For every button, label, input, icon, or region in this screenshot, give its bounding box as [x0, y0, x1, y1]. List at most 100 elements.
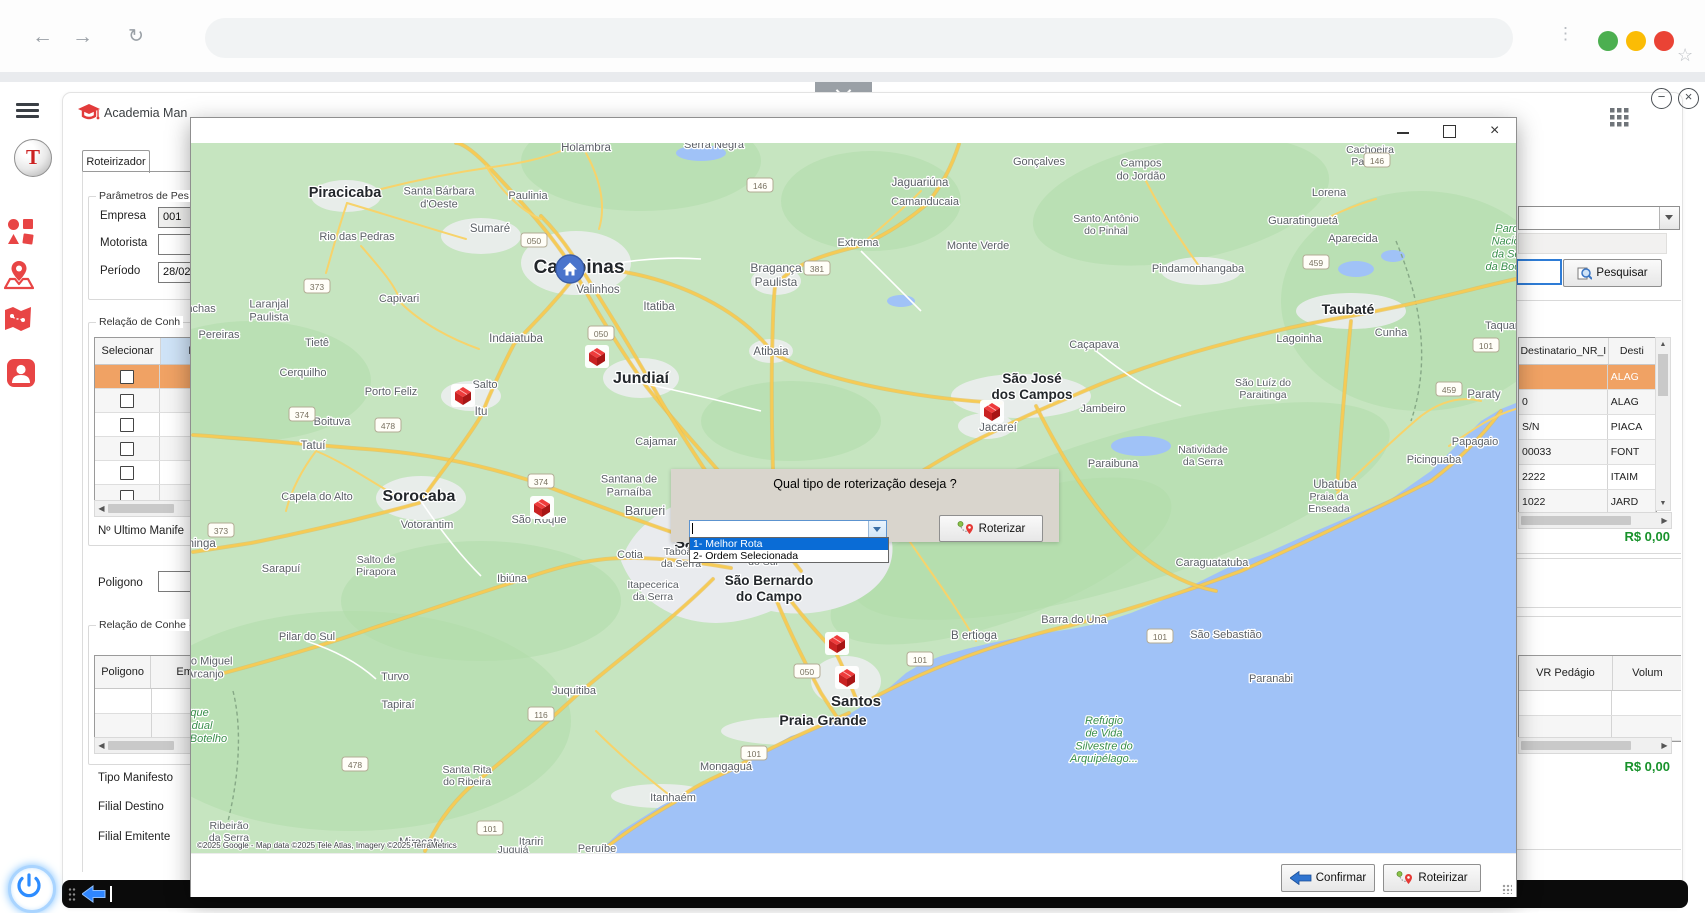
table-row[interactable]: S/NPIACA: [1519, 415, 1656, 440]
hamburger-menu-icon[interactable]: [16, 103, 39, 118]
column-header[interactable]: Poligono: [95, 656, 151, 688]
minimize-icon[interactable]: [1397, 132, 1409, 134]
table-row[interactable]: [95, 437, 190, 461]
map-pin-icon[interactable]: [4, 260, 34, 290]
row-checkbox[interactable]: [120, 442, 134, 456]
roteirizar-button[interactable]: Roteirizar: [1383, 864, 1481, 892]
map-label: Barueri: [625, 504, 665, 518]
column-header[interactable]: Destinatario_NR_I: [1519, 338, 1609, 364]
column-header[interactable]: Desti: [1609, 338, 1656, 364]
chevron-down-icon[interactable]: [1659, 207, 1679, 229]
search-input[interactable]: [1516, 259, 1562, 285]
row-checkbox[interactable]: [120, 466, 134, 480]
empresa-field[interactable]: 001: [158, 207, 190, 228]
dropdown-option[interactable]: 2- Ordem Selecionada: [690, 550, 888, 562]
column-header[interactable]: VR Pedágio: [1519, 656, 1613, 690]
svg-text:373: 373: [310, 282, 324, 292]
table-row[interactable]: 2222ITAIM: [1519, 465, 1656, 490]
table-row[interactable]: [95, 365, 190, 389]
drag-handle[interactable]: [68, 887, 76, 901]
shapes-icon[interactable]: [7, 218, 35, 246]
svg-text:050: 050: [800, 667, 814, 677]
map-label: Camanducaia: [891, 196, 960, 208]
close-icon[interactable]: ×: [1490, 124, 1499, 137]
back-icon[interactable]: ←: [32, 26, 53, 47]
column-header[interactable]: Selecionar: [95, 338, 161, 364]
map-label: Itapetininga: [191, 538, 216, 550]
address-bar[interactable]: ☆: [205, 18, 1513, 58]
hscrollbar[interactable]: ▶: [1518, 512, 1672, 529]
maximize-icon[interactable]: [1443, 125, 1456, 138]
map-canvas[interactable]: Serra NegraHolambraGonçalvesCachoeiraPau…: [191, 143, 1516, 853]
poligono-field[interactable]: [158, 571, 190, 592]
home-marker[interactable]: [556, 255, 584, 283]
taskbar-back-icon[interactable]: [82, 885, 106, 903]
table-row[interactable]: 00033FONT: [1519, 440, 1656, 465]
dropdown-option[interactable]: 1- Melhor Rota: [690, 538, 888, 550]
scroll-down-icon[interactable]: ▼: [1656, 500, 1670, 507]
map-window-titlebar[interactable]: ×: [191, 118, 1516, 143]
search-button[interactable]: Pesquisar: [1563, 259, 1662, 287]
scroll-up-icon[interactable]: ▲: [1656, 341, 1670, 348]
map-label: Boituva: [314, 416, 352, 428]
table-row[interactable]: [95, 689, 190, 714]
package-marker[interactable]: [585, 345, 609, 368]
map-label: Juquiá: [498, 844, 529, 853]
t-logo[interactable]: T: [14, 139, 52, 177]
table-row[interactable]: [1519, 691, 1681, 716]
column-header[interactable]: Empre: [151, 656, 190, 688]
traffic-light-red[interactable]: [1654, 31, 1674, 51]
taskbar-cursor: [110, 886, 112, 902]
table-row[interactable]: [95, 389, 190, 413]
person-icon[interactable]: [7, 359, 35, 387]
hscrollbar[interactable]: ▶: [1518, 737, 1672, 754]
scroll-right-icon[interactable]: ▶: [1658, 516, 1671, 525]
row-checkbox[interactable]: [120, 370, 134, 384]
svg-text:101: 101: [1153, 632, 1167, 642]
table-row[interactable]: [95, 714, 190, 739]
table-row[interactable]: [95, 461, 190, 485]
vscrollbar[interactable]: ▲ ▼: [1655, 337, 1671, 511]
roterizar-button[interactable]: Roterizar: [939, 515, 1043, 542]
map-label: Salto: [472, 379, 497, 391]
bookmark-star-icon[interactable]: ☆: [1677, 45, 1693, 66]
column-header[interactable]: Poli: [161, 338, 190, 364]
table-row[interactable]: [95, 413, 190, 437]
package-marker[interactable]: [825, 632, 849, 655]
traffic-light-green[interactable]: [1598, 31, 1618, 51]
package-marker[interactable]: [835, 666, 859, 689]
refresh-icon[interactable]: ↻: [128, 27, 144, 46]
map-label: Taquari: [1485, 320, 1516, 332]
app-close-icon[interactable]: ×: [1678, 88, 1699, 109]
power-icon[interactable]: [8, 865, 56, 913]
scroll-right-icon[interactable]: ▶: [1658, 741, 1671, 750]
route-shield: 374: [528, 474, 554, 488]
traffic-light-yellow[interactable]: [1626, 31, 1646, 51]
right-dropdown[interactable]: [1518, 206, 1680, 230]
hscrollbar[interactable]: ◀: [94, 737, 190, 754]
tab-roteirizador[interactable]: Roteirizador: [82, 150, 150, 173]
periodo-field[interactable]: 28/02: [158, 262, 190, 283]
chevron-down-icon[interactable]: [868, 521, 886, 538]
svg-text:146: 146: [753, 181, 767, 191]
package-marker[interactable]: [980, 400, 1004, 423]
scroll-left-icon[interactable]: ◀: [95, 741, 108, 750]
scroll-left-icon[interactable]: ◀: [95, 504, 108, 513]
row-checkbox[interactable]: [120, 418, 134, 432]
flat-field[interactable]: [1518, 233, 1667, 254]
forward-icon[interactable]: →: [72, 26, 93, 47]
map-label: Itapecericada Serra: [627, 579, 679, 603]
confirmar-button[interactable]: Confirmar: [1281, 864, 1375, 892]
resize-grip[interactable]: [1502, 884, 1512, 894]
package-marker[interactable]: [530, 496, 554, 519]
hscrollbar[interactable]: ◀: [94, 500, 190, 517]
map-icon[interactable]: [3, 304, 33, 334]
column-header[interactable]: Volum: [1613, 656, 1681, 690]
package-marker[interactable]: [451, 384, 475, 407]
map-label: Santos: [831, 693, 881, 710]
table-row[interactable]: ALAG: [1519, 365, 1656, 390]
row-checkbox[interactable]: [120, 394, 134, 408]
table-row[interactable]: 0ALAG: [1519, 390, 1656, 415]
motorista-field[interactable]: [158, 234, 190, 255]
browser-menu-icon[interactable]: ⋮: [1557, 24, 1574, 44]
